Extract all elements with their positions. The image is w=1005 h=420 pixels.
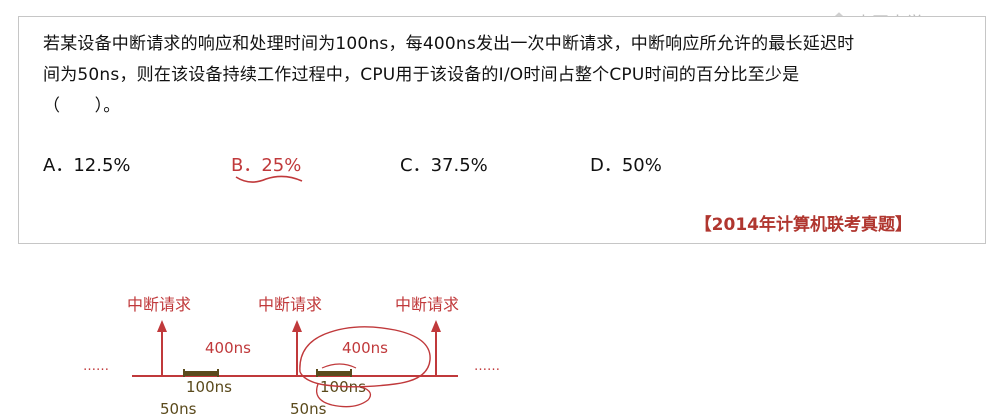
period-label-1: 400ns — [205, 339, 251, 357]
question-line-1: 若某设备中断请求的响应和处理时间为100ns，每400ns发出一次中断请求，中断… — [43, 34, 855, 54]
handdrawn-scribble — [321, 363, 357, 369]
interrupt-arrow-3 — [431, 320, 441, 376]
interrupt-arrow-1 — [157, 320, 167, 376]
question-text: 若某设备中断请求的响应和处理时间为100ns，每400ns发出一次中断请求，中断… — [43, 29, 983, 122]
question-line-2: 间为50ns，则在该设备持续工作过程中，CPU用于该设备的I/O时间占整个CPU… — [43, 65, 800, 85]
question-line-3: （ ）。 — [43, 96, 121, 116]
delay-label-1: 50ns — [160, 400, 197, 418]
option-b[interactable]: B．25% — [231, 151, 301, 177]
ellipsis-right: …… — [474, 359, 500, 374]
arrow-up-icon — [292, 320, 302, 332]
interrupt-label-2: 中断请求 — [258, 295, 322, 314]
arrow-up-icon — [157, 320, 167, 332]
service-label-1: 100ns — [186, 378, 232, 396]
service-bar-2 — [316, 369, 352, 377]
source-label: 【2014年计算机联考真题】 — [694, 215, 912, 235]
delay-label-2: 50ns — [290, 400, 327, 418]
interrupt-label-1: 中断请求 — [127, 295, 191, 314]
arrow-up-icon — [431, 320, 441, 332]
ellipsis-left: …… — [83, 359, 109, 374]
option-c[interactable]: C．37.5% — [400, 151, 488, 177]
option-a[interactable]: A．12.5% — [43, 151, 131, 177]
period-label-2: 400ns — [342, 339, 388, 357]
interrupt-label-3: 中断请求 — [395, 295, 459, 314]
service-bar-1 — [183, 369, 219, 377]
option-d[interactable]: D．50% — [590, 151, 662, 177]
timeline-diagram: …… …… 中断请求 中断请求 中断请求 400ns 400ns 100ns 1… — [83, 295, 500, 418]
